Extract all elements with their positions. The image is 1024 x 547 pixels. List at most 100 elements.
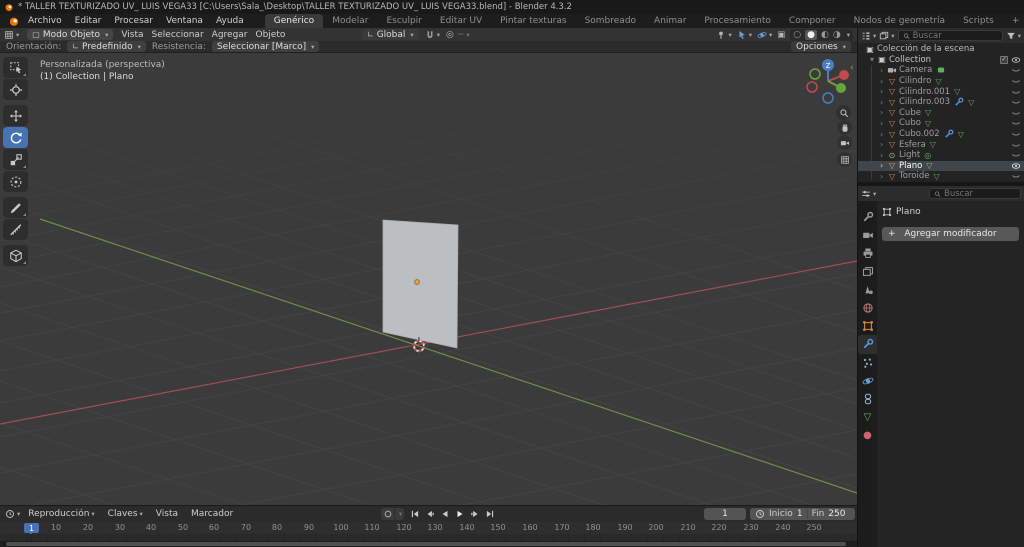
timeline-track[interactable] — [0, 534, 857, 541]
timeline-menu-reproduccion[interactable]: Reproducción ▾ — [28, 509, 94, 519]
eye-closed-icon[interactable] — [1011, 140, 1021, 150]
outliner-row-cilindro-001[interactable]: › ▽ Cilindro.001 ▽ — [858, 86, 1024, 97]
eye-closed-icon[interactable] — [1011, 118, 1021, 128]
shading-wireframe-button[interactable]: ○ — [793, 30, 801, 40]
breadcrumb-object-name[interactable]: Plano — [896, 207, 921, 217]
eye-closed-icon[interactable] — [1011, 97, 1021, 107]
workspace-tab-esculpir[interactable]: Esculpir — [377, 14, 430, 28]
timeline-scrollbar[interactable] — [0, 541, 857, 547]
timeline-ruler[interactable]: 10 20 30 40 50 60 70 80 90 100 110 120 1… — [0, 522, 857, 534]
gizmo-x-axis[interactable] — [839, 70, 849, 80]
workspace-tab-add[interactable]: + — [1003, 14, 1024, 28]
eye-closed-icon[interactable] — [1011, 171, 1021, 181]
properties-search-input[interactable] — [944, 188, 1016, 199]
outliner-editor-type-button[interactable]: ▾ — [861, 31, 876, 41]
auto-keying-button[interactable] — [381, 508, 394, 520]
start-frame-field[interactable]: 1 — [797, 509, 803, 519]
tool-scale[interactable] — [3, 149, 28, 170]
outliner-row-esfera[interactable]: › ▽ Esfera ▽ — [858, 139, 1024, 150]
tool-annotate[interactable] — [3, 197, 28, 218]
gizmo-x-neg-axis[interactable] — [806, 81, 818, 93]
jump-to-start-button[interactable] — [408, 508, 421, 520]
expand-caret-icon[interactable]: › — [880, 77, 887, 86]
workspace-tab-scripts[interactable]: Scripts — [954, 14, 1003, 28]
outliner-row-collection[interactable]: ▾ ▣ Collection ✓ — [858, 55, 1024, 66]
xray-toggle[interactable]: ▣ — [777, 30, 785, 40]
workspace-tab-generico[interactable]: Genérico — [264, 14, 324, 28]
eye-open-icon[interactable] — [1011, 55, 1021, 65]
outliner-row-cilindro[interactable]: › ▽ Cilindro ▽ — [858, 76, 1024, 87]
current-frame-field[interactable]: 1 — [704, 508, 746, 520]
outliner-search[interactable] — [897, 30, 1003, 41]
eye-closed-icon[interactable] — [1011, 129, 1021, 139]
navigation-gizmo[interactable]: Z — [804, 57, 852, 105]
timeline-editor-type-button[interactable]: ▾ — [5, 509, 20, 519]
outliner-search-input[interactable] — [912, 30, 998, 41]
workspace-tab-editar-uv[interactable]: Editar UV — [431, 14, 491, 28]
workspace-tab-pintar-texturas[interactable]: Pintar texturas — [491, 14, 575, 28]
outliner-row-plano[interactable]: › ▽ Plano ▽ — [858, 160, 1024, 172]
tab-view-layer[interactable] — [858, 263, 877, 281]
menu-ayuda[interactable]: Ayuda — [216, 16, 244, 26]
outliner-row-camera[interactable]: › Camera — [858, 65, 1024, 76]
outliner-row-cube[interactable]: › ▽ Cube ▽ — [858, 108, 1024, 119]
transform-orientation-dropdown[interactable]: ∟ Global ▾ — [362, 29, 419, 40]
gizmo-z-neg-axis[interactable] — [822, 92, 834, 104]
expand-caret-icon[interactable]: › — [880, 66, 887, 75]
expand-caret-icon[interactable]: ▾ — [870, 55, 877, 64]
strength-dropdown[interactable]: Seleccionar [Marco] ▾ — [211, 41, 320, 52]
expand-caret-icon[interactable]: › — [880, 87, 887, 96]
zoom-view-button[interactable] — [836, 105, 851, 120]
outliner-row-cilindro-003[interactable]: › ▽ Cilindro.003 ▽ — [858, 97, 1024, 108]
menu-ventana[interactable]: Ventana — [166, 16, 203, 26]
properties-editor-type-button[interactable]: ▾ — [861, 189, 876, 199]
expand-caret-icon[interactable]: › — [880, 108, 887, 117]
auto-keying-dropdown[interactable]: ▾ — [395, 508, 404, 520]
outliner-row-toroide[interactable]: › ▽ Toroide ▽ — [858, 171, 1024, 182]
gizmo-y-axis[interactable] — [836, 83, 846, 93]
mode-dropdown[interactable]: ▢ Modo Objeto ▾ — [27, 29, 114, 40]
outliner-row-cubo-002[interactable]: › ▽ Cubo.002 ▽ — [858, 129, 1024, 140]
tab-constraints[interactable] — [858, 390, 877, 408]
shading-solid-button[interactable]: ● — [805, 29, 818, 40]
workspace-tab-componer[interactable]: Componer — [780, 14, 845, 28]
gizmo-y-neg-axis[interactable] — [809, 68, 821, 80]
outliner-row-cubo[interactable]: › ▽ Cubo ▽ — [858, 118, 1024, 129]
eye-closed-icon[interactable] — [1011, 150, 1021, 160]
eye-closed-icon[interactable] — [1011, 76, 1021, 86]
timeline-menu-vista[interactable]: Vista — [156, 509, 178, 519]
expand-caret-icon[interactable]: › — [880, 172, 887, 181]
tab-scene[interactable] — [858, 281, 877, 299]
orthographic-toggle-button[interactable] — [837, 152, 852, 167]
eye-closed-icon[interactable] — [1011, 65, 1021, 75]
play-reverse-button[interactable] — [438, 508, 451, 520]
tab-object-data[interactable]: ▽ — [858, 408, 877, 426]
expand-caret-icon[interactable]: › — [880, 161, 887, 170]
collection-checkbox[interactable]: ✓ — [1000, 55, 1008, 64]
snapping-toggle[interactable]: ▾ — [425, 30, 440, 40]
expand-caret-icon[interactable]: › — [880, 130, 887, 139]
tool-transform[interactable] — [3, 171, 28, 192]
orientation-preset-dropdown[interactable]: ∟ Predefinido ▾ — [67, 41, 146, 52]
editor-type-button[interactable]: ▾ — [4, 30, 19, 40]
expand-caret-icon[interactable]: › — [880, 98, 887, 107]
tab-material[interactable]: ● — [858, 426, 877, 444]
show-overlays-toggle[interactable]: ▾ — [757, 30, 772, 40]
eye-open-icon[interactable] — [1011, 161, 1021, 171]
sidebar-collapse-arrow[interactable]: ‹ — [850, 63, 854, 73]
camera-view-button[interactable] — [837, 135, 852, 150]
blender-menu-icon[interactable] — [8, 15, 20, 27]
menu-procesar[interactable]: Procesar — [114, 16, 153, 26]
menu-agregar[interactable]: Agregar — [212, 30, 248, 40]
next-keyframe-button[interactable] — [468, 508, 481, 520]
show-gizmo-toggle[interactable]: ▾ — [737, 30, 752, 40]
tab-output[interactable] — [858, 244, 877, 262]
timeline-menu-claves[interactable]: Claves ▾ — [108, 509, 143, 519]
proportional-editing-toggle[interactable]: ◎ ~ ▾ — [446, 30, 470, 40]
outliner-display-mode-button[interactable]: ▾ — [879, 31, 895, 41]
properties-search[interactable] — [929, 188, 1021, 199]
tab-physics[interactable] — [858, 372, 877, 390]
tool-move[interactable] — [3, 105, 28, 126]
shading-material-button[interactable]: ◐ — [821, 30, 829, 40]
tool-cursor[interactable] — [3, 79, 28, 100]
